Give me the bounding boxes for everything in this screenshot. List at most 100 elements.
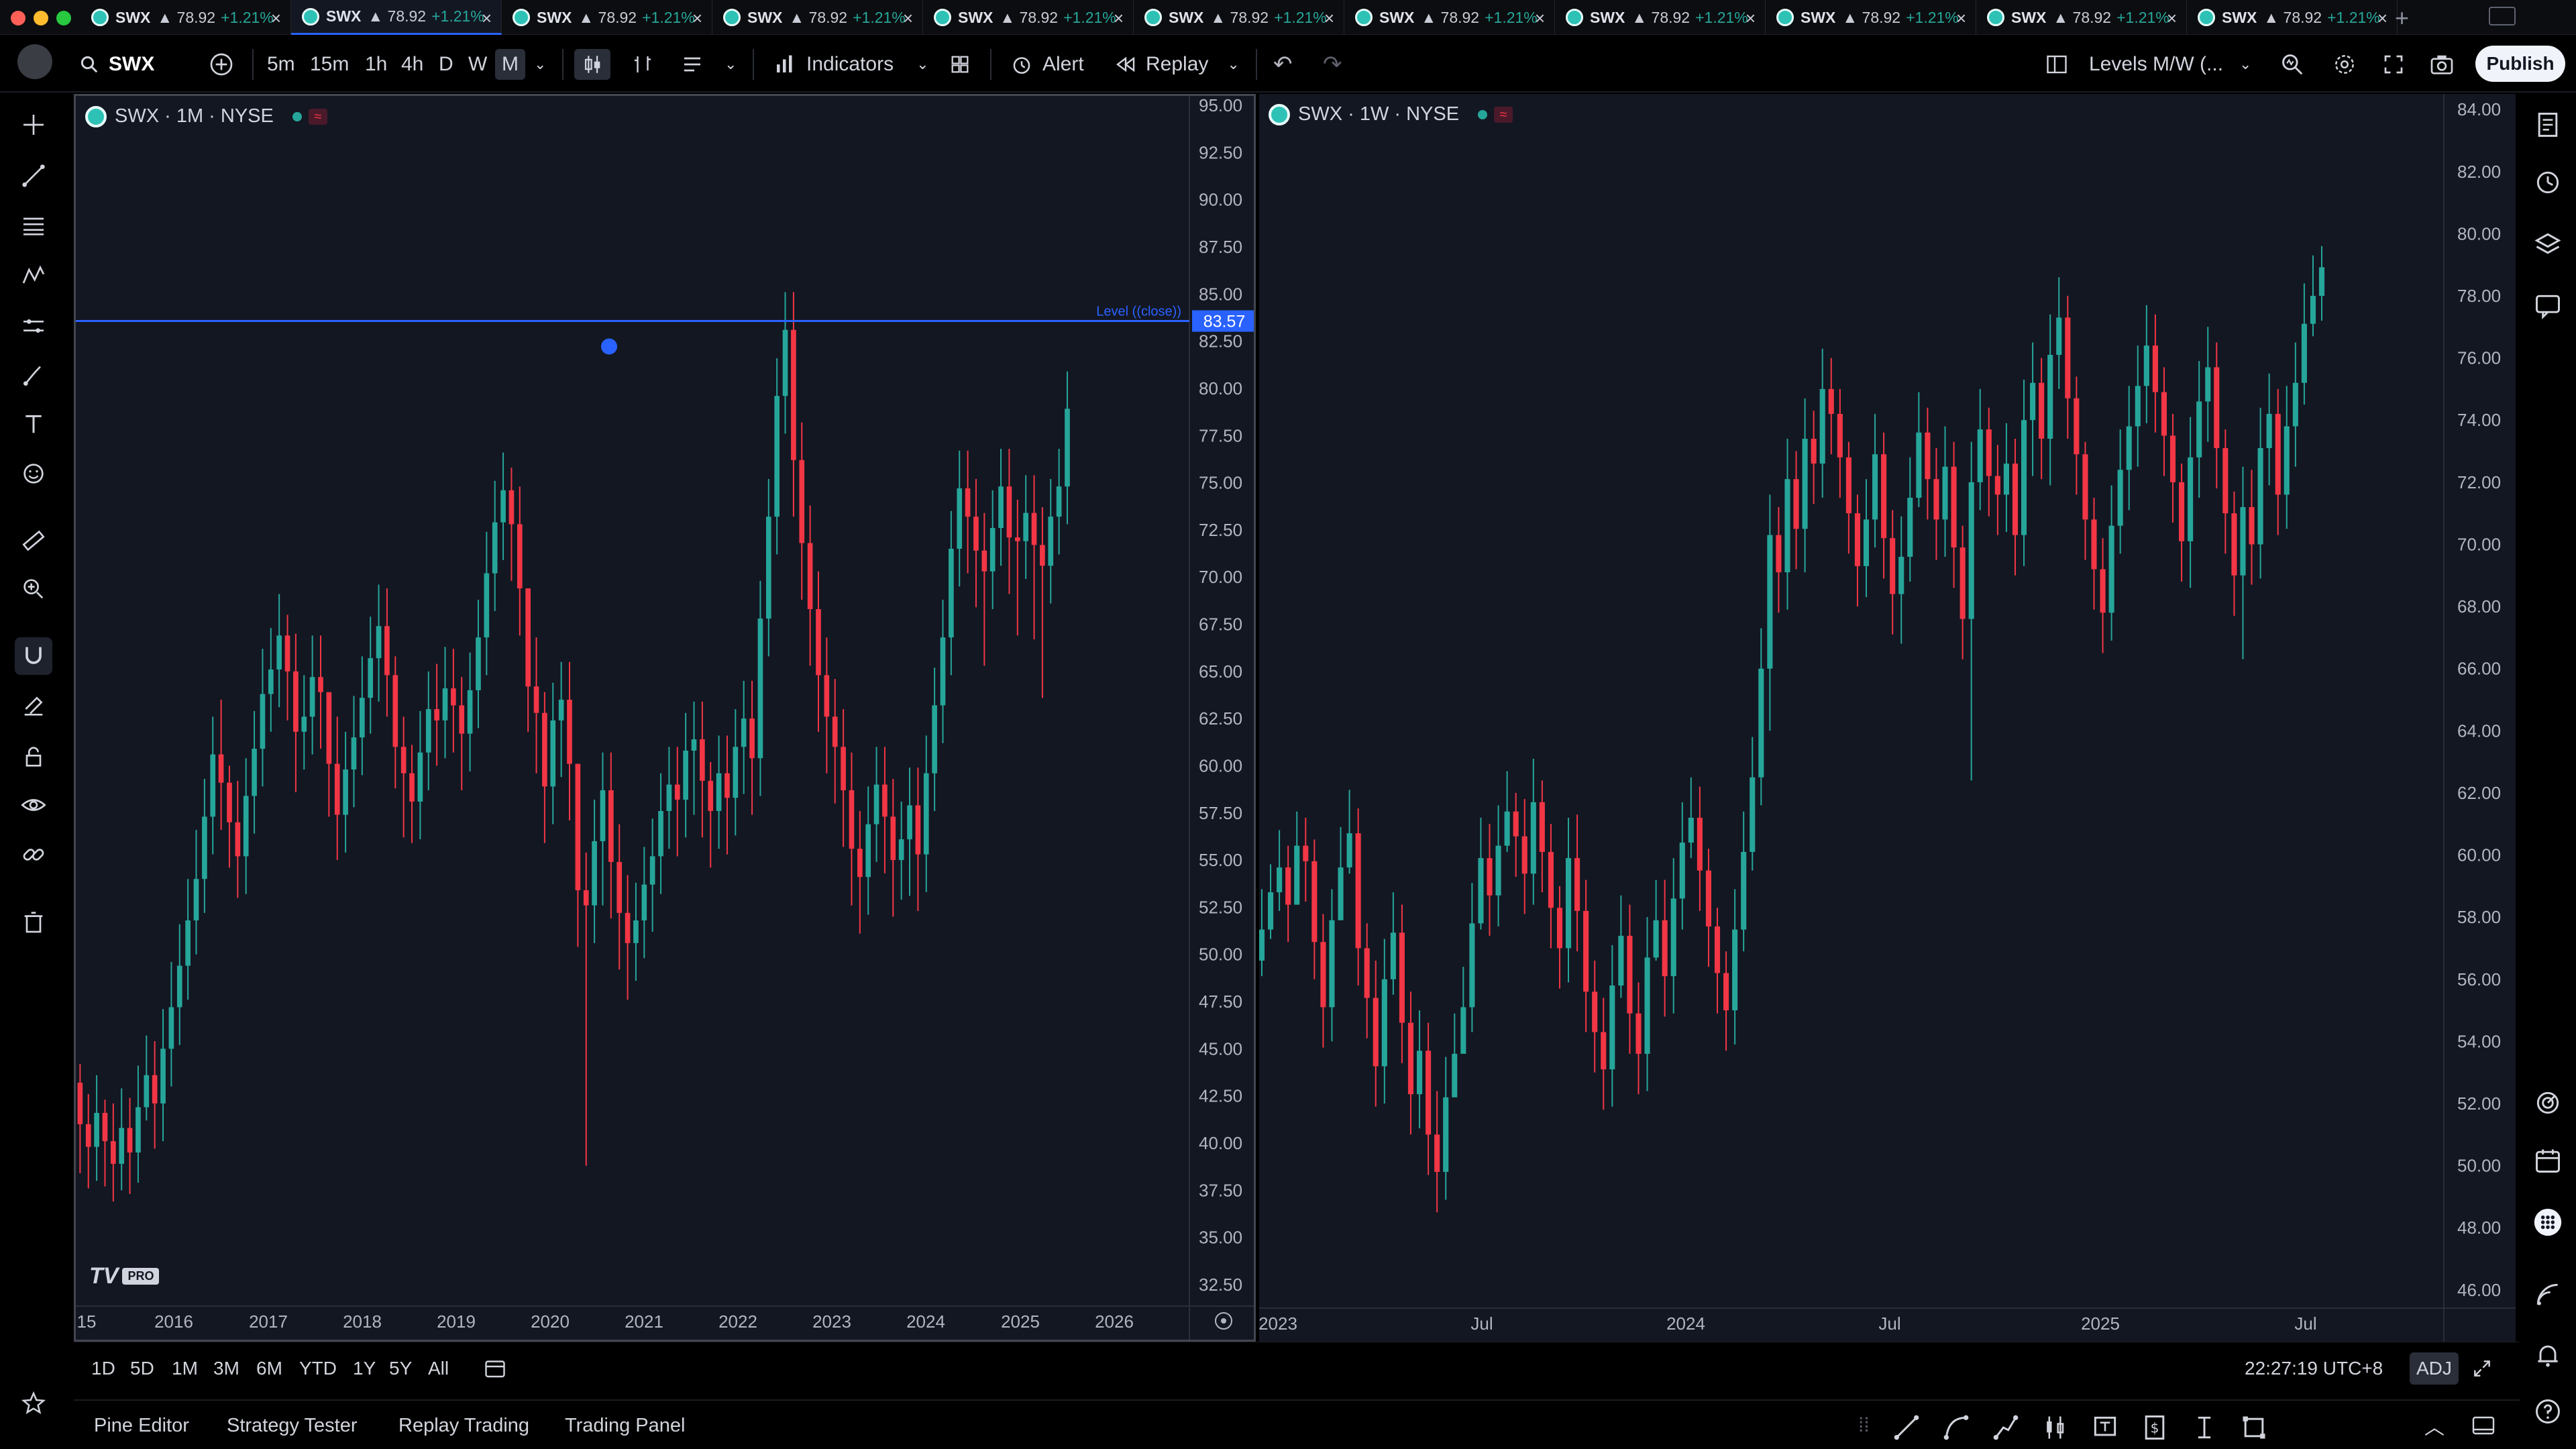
drawing-alert-marker[interactable] [601, 338, 617, 355]
minimize-window-button[interactable] [34, 11, 48, 25]
collapse-panel-button[interactable]: ︿ [2424, 1401, 2445, 1449]
chart-canvas-monthly[interactable]: 95.00 92.50 90.00 87.50 85.00 82.50 80.00 77.50… [76, 96, 1254, 1340]
chart-settings-list-button[interactable] [680, 36, 704, 93]
go-to-date-button[interactable] [482, 1342, 508, 1395]
ruler-tool-button[interactable] [15, 522, 52, 559]
adj-toggle[interactable]: ADJ [2410, 1342, 2459, 1395]
ideas-button[interactable] [2529, 1084, 2567, 1122]
chat-button[interactable] [2529, 287, 2567, 325]
interval-15m[interactable]: 15m [310, 36, 349, 93]
alerts-clock-button[interactable] [2529, 164, 2567, 201]
stay-drawing-tool-button[interactable] [15, 687, 52, 724]
candles-chart-type-button[interactable] [574, 36, 610, 93]
notifications-button[interactable] [2529, 1336, 2567, 1374]
interval-m[interactable]: M [495, 36, 525, 93]
settings-button[interactable] [2332, 36, 2357, 93]
trend-line-tool-button[interactable] [15, 157, 52, 195]
maximize-chart-button[interactable] [2471, 1342, 2493, 1395]
help-button[interactable] [2529, 1393, 2567, 1430]
range-6m[interactable]: 6M [256, 1342, 282, 1395]
window-tab-3[interactable]: SWX ▲ 78.92 +1.21% × [502, 0, 712, 35]
forecast-tool-button[interactable] [15, 307, 52, 345]
symbol-search[interactable]: SWX [79, 36, 154, 93]
close-tab-icon[interactable]: × [692, 8, 702, 29]
interval-d[interactable]: D [439, 36, 453, 93]
mini-path-icon[interactable] [1991, 1413, 2021, 1442]
range-5d[interactable]: 5D [130, 1342, 154, 1395]
redo-button[interactable]: ↷ [1323, 36, 1342, 93]
link-tool-button[interactable] [15, 836, 52, 873]
range-3m[interactable]: 3M [213, 1342, 239, 1395]
window-tab-5[interactable]: SWX ▲ 78.92 +1.21% × [923, 0, 1134, 35]
crosshair-tool-button[interactable] [15, 106, 52, 144]
interval-5m[interactable]: 5m [267, 36, 295, 93]
layers-button[interactable] [2529, 225, 2567, 263]
window-tab-8[interactable]: SWX ▲ 78.92 +1.21% × [1555, 0, 1766, 35]
mini-rectangle-icon[interactable] [2239, 1413, 2269, 1442]
watchlist-button[interactable] [2529, 106, 2567, 144]
close-tab-icon[interactable]: × [1324, 8, 1334, 29]
panel-tab-strategy-tester[interactable]: Strategy Tester [227, 1401, 358, 1449]
avatar[interactable] [17, 44, 52, 79]
maximize-panel-button[interactable] [2471, 1401, 2496, 1449]
chart-pane-weekly[interactable]: 84.00 82.00 80.00 78.00 76.00 74.00 72.00 70.00… [1259, 94, 2516, 1342]
range-1d[interactable]: 1D [91, 1342, 115, 1395]
chart-pane-monthly[interactable]: 95.00 92.50 90.00 87.50 85.00 82.50 80.00 77.50… [74, 94, 1256, 1342]
window-tab-6[interactable]: SWX ▲ 78.92 +1.21% × [1134, 0, 1344, 35]
pattern-tool-button[interactable] [15, 258, 52, 295]
snapshot-button[interactable] [2428, 36, 2455, 93]
trash-tool-button[interactable] [15, 903, 52, 941]
undo-button[interactable]: ↶ [1273, 36, 1293, 93]
panel-tab-trading-panel[interactable]: Trading Panel [565, 1401, 685, 1449]
window-tab-7[interactable]: SWX ▲ 78.92 +1.21% × [1344, 0, 1555, 35]
close-tab-icon[interactable]: × [271, 8, 281, 29]
interval-dropdown[interactable]: ⌄ [534, 36, 546, 93]
layout-setup-button[interactable] [2045, 36, 2069, 93]
close-tab-icon[interactable]: × [1956, 8, 1966, 29]
range-1m[interactable]: 1M [172, 1342, 198, 1395]
emoji-tool-button[interactable] [15, 455, 52, 492]
window-tab-10[interactable]: SWX ▲ 78.92 +1.21% × [1976, 0, 2187, 35]
tab-overview-icon[interactable] [2489, 7, 2516, 25]
zoom-window-button[interactable] [56, 11, 71, 25]
chart-canvas-weekly[interactable]: 84.00 82.00 80.00 78.00 76.00 74.00 72.00 70.00… [1259, 94, 2516, 1342]
star-tool-button[interactable] [15, 1385, 52, 1422]
mini-candles-icon[interactable] [2041, 1413, 2070, 1442]
mini-text-cursor-icon[interactable] [2190, 1413, 2219, 1442]
interval-1h[interactable]: 1h [365, 36, 387, 93]
list-dropdown[interactable]: ⌄ [724, 36, 737, 93]
indicators-button[interactable]: Indicators ⌄ [773, 36, 929, 93]
eye-tool-button[interactable] [15, 786, 52, 824]
range-all[interactable]: All [428, 1342, 449, 1395]
interval-4h[interactable]: 4h [401, 36, 423, 93]
drag-handle[interactable]: ⁞⁞ [1858, 1401, 1870, 1449]
clock-timezone[interactable]: 22:27:19 UTC+8 [2245, 1342, 2383, 1395]
window-tab-1[interactable]: SWX ▲ 78.92 +1.21% × [80, 0, 291, 35]
window-tab-11[interactable]: SWX ▲ 78.92 +1.21% × [2187, 0, 2398, 35]
compare-symbol-button[interactable] [208, 36, 235, 93]
close-tab-icon[interactable]: × [903, 8, 913, 29]
panel-tab-replay-trading[interactable]: Replay Trading [398, 1401, 529, 1449]
fib-tool-button[interactable] [15, 207, 52, 244]
layout-templates-button[interactable] [949, 36, 971, 93]
magnet-tool-button[interactable] [15, 637, 52, 675]
mini-curve-icon[interactable] [1941, 1413, 1971, 1442]
window-tab-2[interactable]: SWX ▲ 78.92 +1.21% × [291, 0, 502, 35]
alert-button[interactable]: Alert [1009, 36, 1084, 93]
stream-button[interactable] [2529, 1276, 2567, 1313]
close-tab-icon[interactable]: × [1114, 8, 1124, 29]
range-ytd[interactable]: YTD [299, 1342, 337, 1395]
close-tab-icon[interactable]: × [1535, 8, 1545, 29]
zoom-in-tool-button[interactable] [15, 570, 52, 608]
replay-button[interactable]: Replay ⌄ [1114, 36, 1240, 93]
mini-price-label-icon[interactable]: $ [2140, 1413, 2169, 1442]
publish-button[interactable]: Publish [2475, 46, 2565, 82]
close-tab-icon[interactable]: × [1746, 8, 1756, 29]
close-window-button[interactable] [11, 11, 25, 25]
fullscreen-button[interactable] [2381, 36, 2406, 93]
layout-name-menu[interactable]: Levels M/W (... ⌄ [2089, 36, 2251, 93]
window-tab-4[interactable]: SWX ▲ 78.92 +1.21% × [712, 0, 923, 35]
apps-grid-button[interactable] [2529, 1203, 2567, 1241]
window-tab-9[interactable]: SWX ▲ 78.92 +1.21% × [1766, 0, 1976, 35]
bar-style-button[interactable] [631, 36, 655, 93]
